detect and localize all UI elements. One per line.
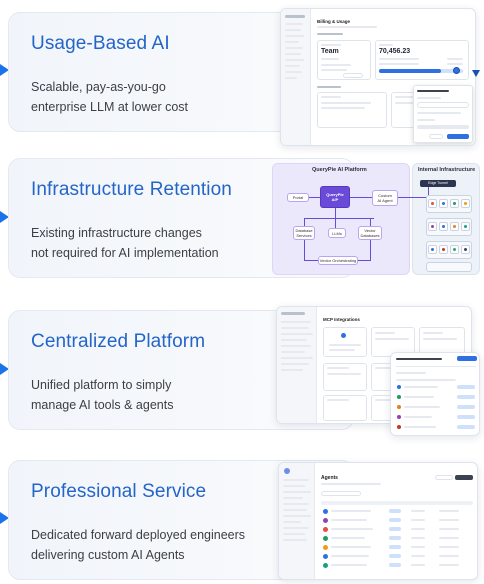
service-icon	[461, 222, 470, 231]
card-description: Unified platform to simply manage AI too…	[31, 378, 174, 412]
billing-usage-screenshot: Billing & Usage Team 70,456.23	[280, 8, 476, 146]
card-title: Centralized Platform	[31, 331, 206, 352]
service-icon	[450, 245, 459, 254]
llms-node: LLMs	[328, 228, 346, 238]
service-icon	[461, 199, 470, 208]
platform-title: QueryPie AI Platform	[312, 167, 367, 173]
vector-databases-node: Vector Databases	[358, 226, 382, 240]
service-icon	[461, 245, 470, 254]
custom-ai-agent-node: Custom AI Agent	[372, 190, 398, 206]
agents-screenshot: Agents	[278, 462, 478, 580]
portal-node: Portal	[287, 193, 309, 202]
agents-heading: Agents	[321, 475, 338, 481]
mcp-server-dialog	[390, 352, 480, 436]
billing-heading: Billing & Usage	[317, 19, 351, 24]
cursor-arrow-icon	[472, 70, 480, 77]
card-description: Dedicated forward deployed engineers del…	[31, 528, 246, 562]
infrastructure-title: Internal Infrastructure	[418, 167, 476, 173]
card-title: Professional Service	[31, 481, 207, 502]
querypie-core-node: QueryPie AIP	[320, 186, 350, 208]
database-services-node: Database Services	[293, 226, 315, 240]
mcp-heading: MCP Integrations	[323, 317, 360, 322]
service-icon	[439, 222, 448, 231]
service-icon	[450, 199, 459, 208]
service-icon	[428, 199, 437, 208]
card-description: Existing infrastructure changes not requ…	[31, 226, 219, 260]
service-icon	[439, 199, 448, 208]
service-icon	[428, 245, 437, 254]
card-title: Usage-Based AI	[31, 33, 170, 54]
billing-amount: 70,456.23	[379, 48, 411, 55]
plan-name: Team	[321, 48, 339, 55]
service-icon	[428, 222, 437, 231]
service-icon	[439, 245, 448, 254]
edge-tunnel-node: Edge Tunnel	[420, 180, 456, 187]
vector-orchestrating-node: Vector Orchestrating	[318, 256, 358, 265]
service-icon	[450, 222, 459, 231]
card-description: Scalable, pay-as-you-go enterprise LLM a…	[31, 80, 189, 114]
card-title: Infrastructure Retention	[31, 179, 232, 200]
